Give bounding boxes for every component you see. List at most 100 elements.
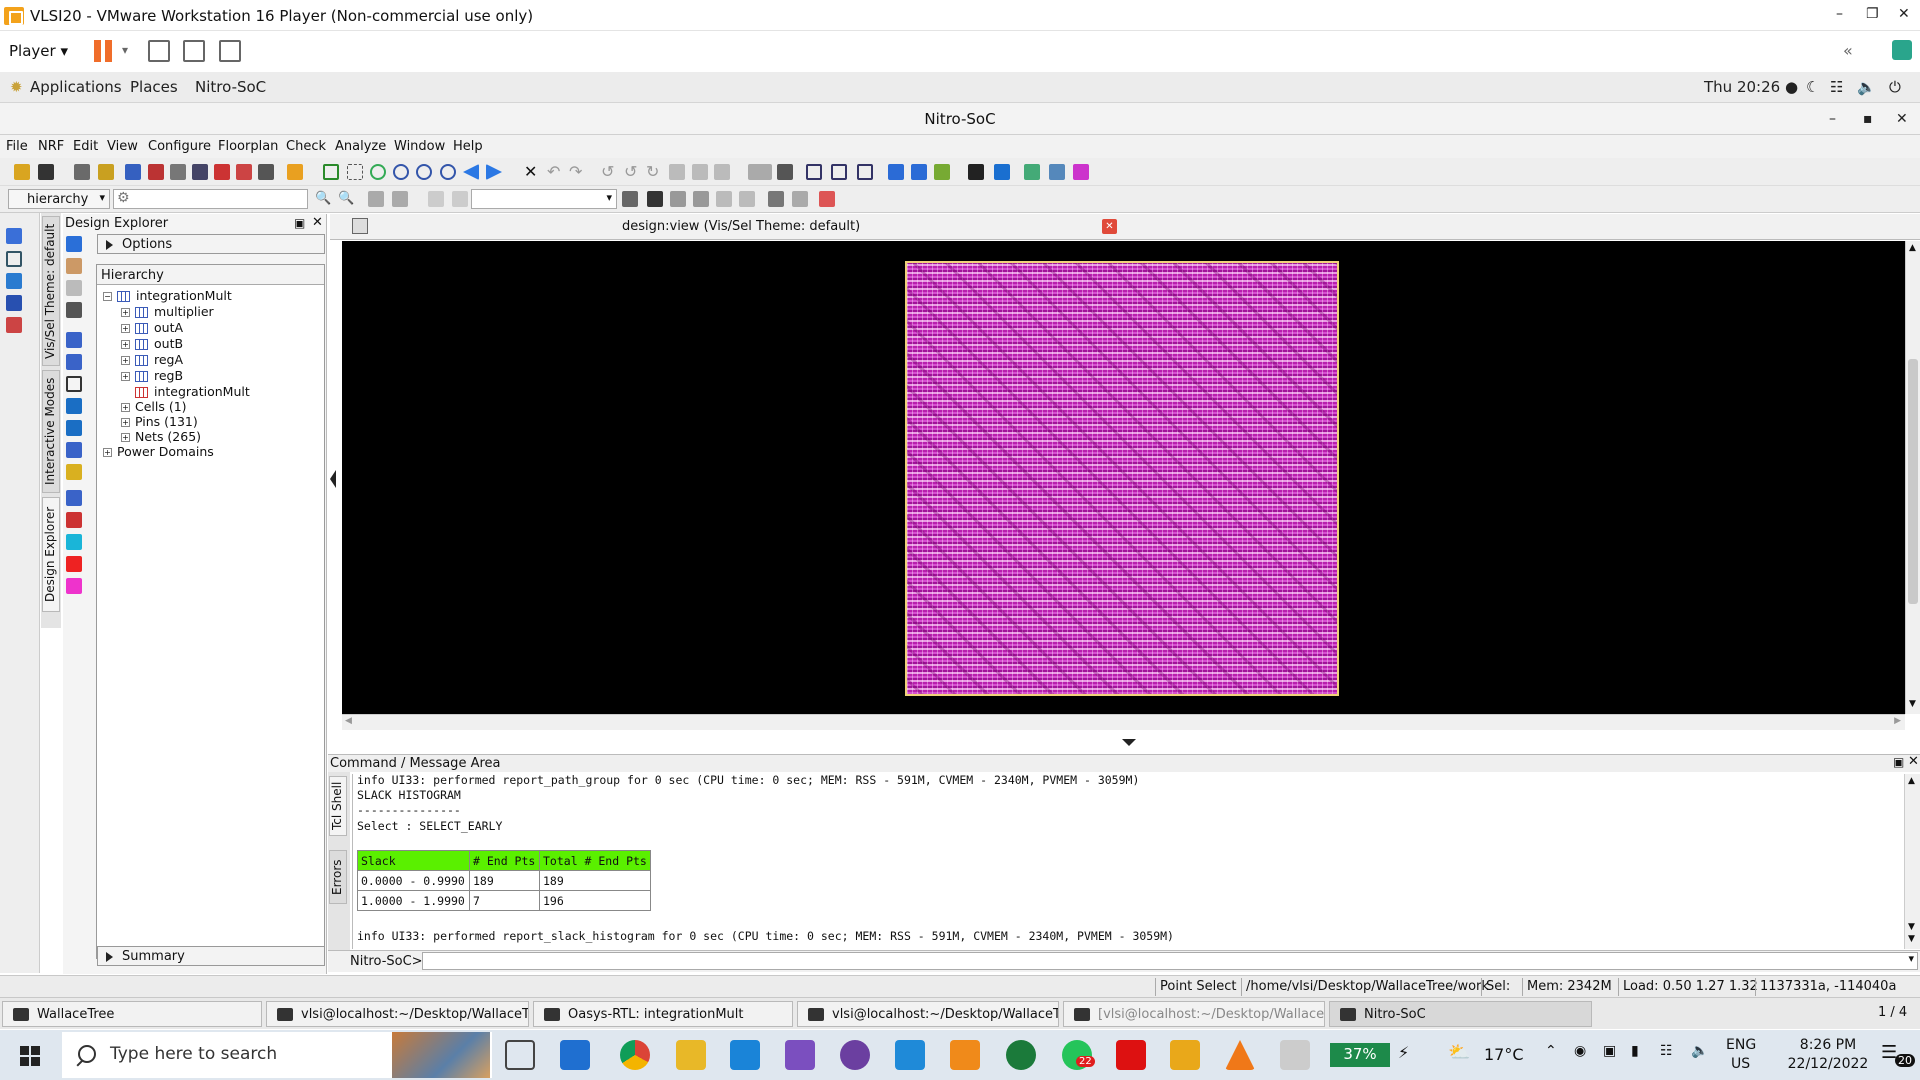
arrange-icon[interactable]: [1049, 164, 1065, 180]
move-tool-icon[interactable]: [6, 273, 22, 289]
sublime-icon[interactable]: [950, 1040, 980, 1070]
expand-icon[interactable]: +: [121, 340, 130, 349]
new-window-icon[interactable]: [287, 164, 303, 180]
zoom-fit-icon[interactable]: [370, 164, 386, 180]
record-icon[interactable]: [66, 556, 82, 572]
stretch-icon[interactable]: [714, 164, 730, 180]
wifi-icon[interactable]: ☷: [1660, 1043, 1673, 1059]
record-icon[interactable]: ◉: [1574, 1043, 1586, 1059]
net-icon[interactable]: [258, 164, 274, 180]
rotate-cw-icon[interactable]: ↻: [646, 164, 662, 180]
options-section[interactable]: Options: [97, 234, 325, 254]
route-tool-icon[interactable]: [6, 317, 22, 333]
pins-icon[interactable]: [66, 442, 82, 458]
temperature[interactable]: 17°C: [1484, 1045, 1524, 1064]
magenta-icon[interactable]: [66, 578, 82, 594]
pencil-icon[interactable]: [66, 258, 82, 274]
monitor-icon[interactable]: [994, 164, 1010, 180]
volume-icon[interactable]: 🔈: [1857, 78, 1876, 96]
measure-icon[interactable]: [777, 164, 793, 180]
cut-icon[interactable]: [716, 191, 732, 207]
mirror-icon[interactable]: [692, 164, 708, 180]
menu-check[interactable]: Check: [286, 139, 326, 154]
collapse-left-icon[interactable]: «: [1843, 41, 1853, 60]
command-input[interactable]: ▾: [422, 952, 1918, 970]
visual-studio-icon[interactable]: [785, 1040, 815, 1070]
probe-icon[interactable]: [368, 191, 384, 207]
view-tool-icon[interactable]: [6, 295, 22, 311]
snap-icon[interactable]: [911, 164, 927, 180]
menu-floorplan[interactable]: Floorplan: [218, 139, 278, 154]
hierarchy-select[interactable]: hierarchy ▾: [8, 189, 110, 209]
print-icon[interactable]: [74, 164, 90, 180]
vm-close-button[interactable]: ✕: [1898, 6, 1910, 22]
cut2-icon[interactable]: [739, 191, 755, 207]
pointer-icon[interactable]: [66, 236, 82, 252]
matrix-icon[interactable]: [857, 164, 873, 180]
vmware-icon[interactable]: [1170, 1040, 1200, 1070]
message-icon[interactable]: [1892, 40, 1912, 60]
github-icon[interactable]: [840, 1040, 870, 1070]
scroll-down-icon[interactable]: ▼: [1908, 922, 1915, 932]
grid-icon[interactable]: [214, 164, 230, 180]
tree-node-root[interactable]: − integrationMult: [103, 288, 232, 303]
expand-icon[interactable]: +: [121, 372, 130, 381]
scroll-down-icon[interactable]: ▼: [1909, 699, 1916, 709]
menu-configure[interactable]: Configure: [148, 139, 211, 154]
save-icon[interactable]: [38, 164, 54, 180]
app-minimize-button[interactable]: –: [1829, 111, 1836, 127]
send-ctrl-alt-del-icon[interactable]: [148, 40, 170, 62]
window-icon[interactable]: [968, 164, 984, 180]
report2-icon[interactable]: [192, 164, 208, 180]
pause-icon[interactable]: [94, 40, 112, 62]
task-terminal-2[interactable]: vlsi@localhost:~/Desktop/WallaceTr...: [797, 1001, 1059, 1027]
tree-node-nets[interactable]: + Nets (265): [121, 429, 201, 444]
scroll-left-icon[interactable]: ◀: [345, 716, 352, 726]
close-view-icon[interactable]: ✕: [1102, 219, 1117, 234]
tool-icon[interactable]: [622, 191, 638, 207]
back-icon[interactable]: [463, 164, 479, 180]
store-icon[interactable]: [560, 1040, 590, 1070]
db-icon[interactable]: [98, 164, 114, 180]
close-icon[interactable]: ✕: [1908, 754, 1919, 769]
ab-swap-icon[interactable]: [748, 164, 772, 180]
stop-icon[interactable]: [66, 302, 82, 318]
rotate-ccw-icon[interactable]: ↺: [624, 164, 640, 180]
vscode-icon[interactable]: [895, 1040, 925, 1070]
tree-node-cells[interactable]: + Cells (1): [121, 399, 187, 414]
copy-icon[interactable]: [792, 191, 808, 207]
expand-icon[interactable]: +: [103, 448, 112, 457]
player-menu[interactable]: Player ▾: [9, 42, 68, 60]
open-icon[interactable]: [14, 164, 30, 180]
layers-icon[interactable]: [934, 164, 950, 180]
settings-icon[interactable]: [1024, 164, 1040, 180]
collapse-down-icon[interactable]: [1122, 739, 1136, 746]
chip-layout-die[interactable]: [905, 261, 1339, 696]
task-view-icon[interactable]: [505, 1040, 535, 1070]
tab-tcl-shell[interactable]: Tcl Shell: [329, 776, 347, 836]
scroll-down-icon[interactable]: ▼: [1908, 934, 1915, 944]
float-icon[interactable]: ▣: [294, 216, 305, 230]
menu-analyze[interactable]: Analyze: [335, 139, 386, 154]
menu-nrf[interactable]: NRF: [38, 139, 64, 154]
collapse-icon[interactable]: −: [103, 292, 112, 301]
fill-icon[interactable]: [66, 534, 82, 550]
highlight-icon[interactable]: [819, 191, 835, 207]
scroll-thumb[interactable]: [1908, 359, 1918, 604]
expand-icon[interactable]: +: [121, 403, 130, 412]
unity-icon[interactable]: [219, 40, 241, 62]
zoom-area-icon[interactable]: [440, 164, 456, 180]
cells-icon[interactable]: [66, 512, 82, 528]
tree-node-multiplier[interactable]: + multiplier: [121, 304, 214, 319]
ruler-icon[interactable]: [66, 464, 82, 480]
battery-icon[interactable]: ▮: [1631, 1043, 1639, 1059]
layer-select[interactable]: ▾: [471, 189, 617, 209]
expand-icon[interactable]: +: [121, 433, 130, 442]
search-input[interactable]: ⚙: [113, 189, 308, 209]
power-icon[interactable]: ⏻: [1889, 78, 1901, 96]
brush-icon[interactable]: [66, 280, 82, 296]
night-mode-icon[interactable]: ☾: [1806, 78, 1819, 96]
command-output[interactable]: info UI33: performed report_path_group f…: [352, 773, 1904, 949]
menu-view[interactable]: View: [107, 139, 138, 154]
select-area-icon[interactable]: [347, 164, 363, 180]
